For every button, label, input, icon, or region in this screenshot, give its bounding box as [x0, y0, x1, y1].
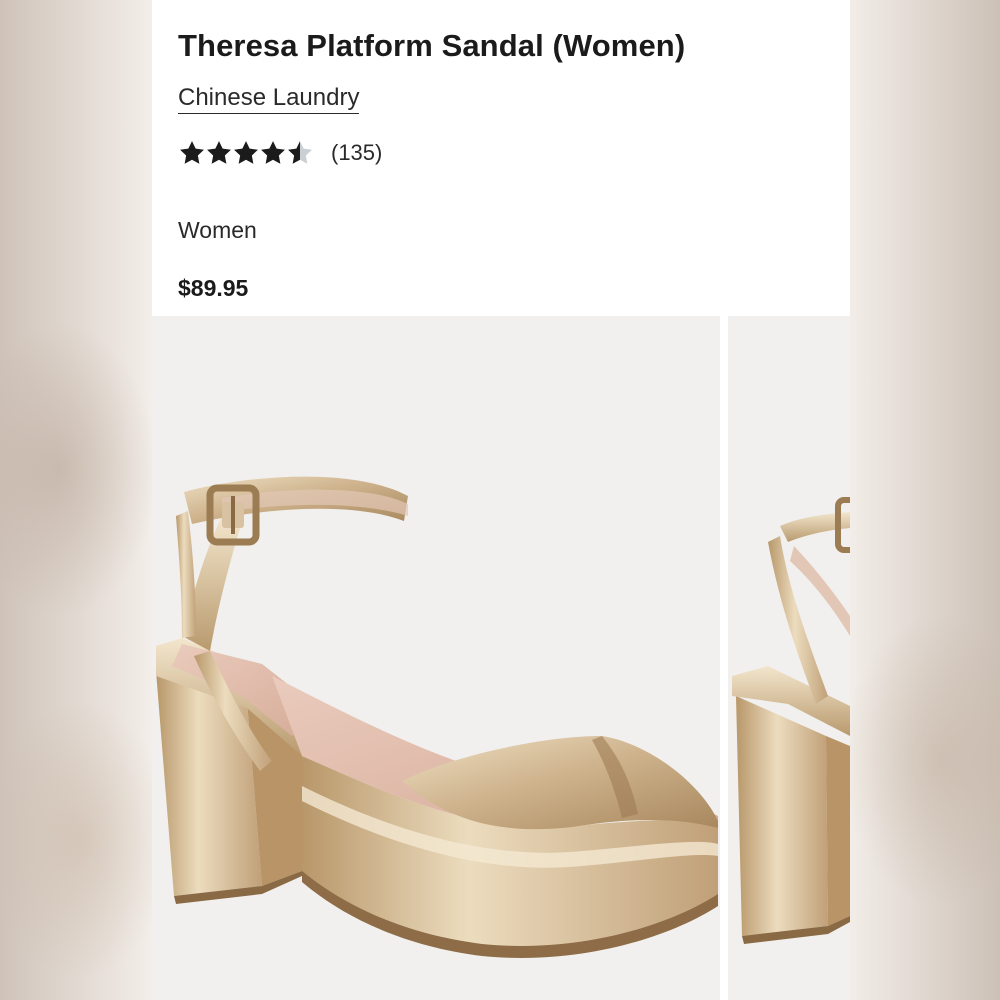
background-blur-right: [850, 0, 1000, 1000]
star-filled-icon: [180, 141, 204, 164]
star-filled-icon: [207, 141, 231, 164]
product-category: Women: [178, 217, 257, 243]
brand-link[interactable]: Chinese Laundry: [178, 84, 360, 114]
product-panel: Theresa Platform Sandal (Women) Chinese …: [152, 0, 850, 1000]
star-filled-icon: [261, 141, 285, 164]
sandal-illustration-partial: [728, 316, 850, 1000]
product-price: $89.95: [178, 275, 249, 301]
product-image-carousel[interactable]: [152, 316, 850, 1000]
star-rating: [178, 139, 313, 167]
background-blur-left: [0, 0, 152, 1000]
star-filled-icon: [234, 141, 258, 164]
product-title: Theresa Platform Sandal (Women): [178, 28, 686, 63]
product-image-next[interactable]: [728, 316, 850, 1000]
star-half-icon: [288, 141, 312, 164]
product-header: Theresa Platform Sandal (Women) Chinese …: [152, 0, 850, 316]
review-count[interactable]: (135): [331, 140, 382, 166]
sandal-illustration: [152, 316, 720, 1000]
rating-row[interactable]: (135): [178, 138, 382, 168]
product-image-main[interactable]: [152, 316, 720, 1000]
